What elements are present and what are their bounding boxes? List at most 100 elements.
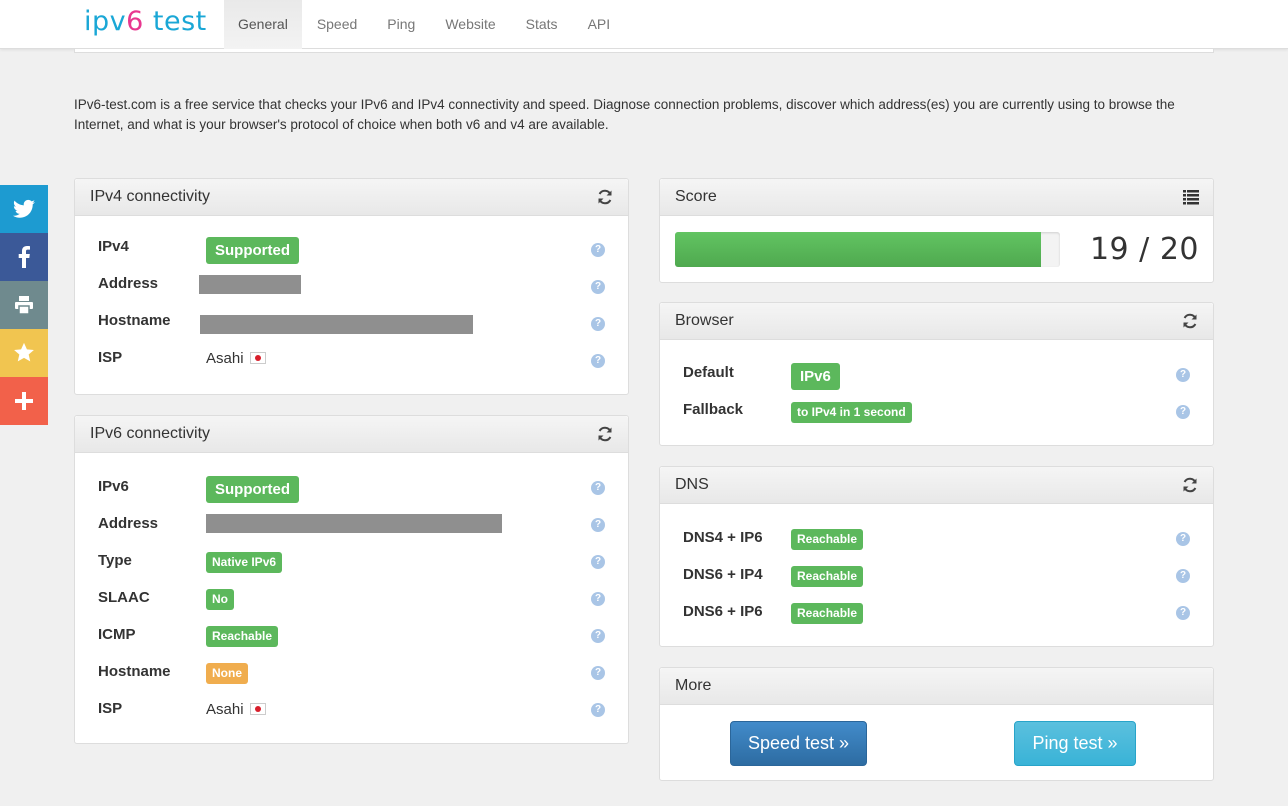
refresh-icon[interactable] [596,188,614,206]
panel-title: More [675,677,712,694]
fallback-badge: to IPv4 in 1 second [791,402,912,423]
ipv6-panel: IPv6 connectivity IPv6 Supported ? Addre… [74,415,629,744]
print-button[interactable] [0,281,48,329]
redacted-address [199,275,301,294]
help-icon[interactable]: ? [591,481,605,495]
print-icon [15,296,33,314]
nav-api[interactable]: API [573,0,626,49]
japan-flag-icon [249,703,266,715]
dns-row: DNS6 + IP6 Reachable ? [660,602,1213,626]
dns-badge: Reachable [791,603,864,624]
panel-title: Browser [675,312,734,329]
refresh-icon[interactable] [1181,476,1199,494]
ipv4-panel-header: IPv4 connectivity [75,179,628,216]
ipv6-address-row: Address ? [75,513,628,537]
ipv6-status-row: IPv6 Supported ? [75,476,628,503]
ipv6-isp-row: ISP Asahi ? [75,698,628,722]
help-icon[interactable]: ? [591,354,605,368]
ping-test-button[interactable]: Ping test » [1014,721,1136,766]
help-icon[interactable]: ? [591,317,605,331]
hostname-badge: None [206,663,248,684]
ipv6-type-row: Type Native IPv6 ? [75,550,628,574]
star-icon [14,342,34,362]
refresh-icon[interactable] [1181,312,1199,330]
help-icon[interactable]: ? [591,666,605,680]
panel-title: DNS [675,476,709,493]
type-badge: Native IPv6 [206,552,283,573]
social-sidebar [0,185,48,425]
ipv4-isp-row: ISP Asahi ? [75,347,628,371]
nav-website[interactable]: Website [430,0,510,49]
facebook-share-button[interactable] [0,233,48,281]
help-icon[interactable]: ? [591,518,605,532]
help-icon[interactable]: ? [591,280,605,294]
nav-underbar [74,49,1214,53]
top-navbar: ipv6 test General Speed Ping Website Sta… [0,0,1288,49]
redacted-hostname [200,315,473,334]
panel-title: Score [675,188,717,205]
dns-row: DNS6 + IP4 Reachable ? [660,565,1213,589]
ipv6-panel-header: IPv6 connectivity [75,416,628,453]
main-nav: General Speed Ping Website Stats API [224,0,625,49]
more-panel-header: More [660,668,1213,705]
panel-title: IPv6 connectivity [90,425,211,442]
dns-panel-header: DNS [660,467,1213,504]
twitter-icon [13,199,35,218]
more-share-button[interactable] [0,377,48,425]
panel-title: IPv4 connectivity [90,188,211,205]
intro-text: IPv6-test.com is a free service that che… [74,97,1175,132]
twitter-share-button[interactable] [0,185,48,233]
dns-panel: DNS DNS4 + IP6 Reachable ? DNS6 + IP4 Re… [659,466,1214,647]
ipv4-address-row: Address ? [75,273,628,297]
slaac-badge: No [206,589,234,610]
help-icon[interactable]: ? [1176,368,1190,382]
browser-fallback-row: Fallback to IPv4 in 1 second ? [660,399,1213,423]
score-progress-bar [675,232,1060,267]
help-icon[interactable]: ? [591,703,605,717]
help-icon[interactable]: ? [591,592,605,606]
status-badge: Supported [206,476,299,503]
nav-ping[interactable]: Ping [372,0,430,49]
isp-name: Asahi [206,350,244,367]
ipv4-hostname-row: Hostname ? [75,310,628,334]
help-icon[interactable]: ? [1176,606,1190,620]
help-icon[interactable]: ? [1176,405,1190,419]
more-panel: More Speed test » Ping test » [659,667,1214,781]
nav-speed[interactable]: Speed [302,0,372,49]
facebook-icon [18,246,30,268]
redacted-address [206,514,502,533]
nav-general[interactable]: General [224,0,302,49]
bookmark-button[interactable] [0,329,48,377]
help-icon[interactable]: ? [591,555,605,569]
score-panel: Score 19 / 20 [659,178,1214,283]
dns-badge: Reachable [791,566,864,587]
nav-stats[interactable]: Stats [511,0,573,49]
japan-flag-icon [249,352,266,364]
help-icon[interactable]: ? [1176,532,1190,546]
help-icon[interactable]: ? [1176,569,1190,583]
ipv4-status-row: IPv4 Supported ? [75,236,628,264]
speed-test-button[interactable]: Speed test » [730,721,867,766]
plus-icon [15,392,33,410]
browser-panel-header: Browser [660,303,1213,340]
dns-row: DNS4 + IP6 Reachable ? [660,528,1213,552]
score-panel-header: Score [660,179,1213,216]
dns-badge: Reachable [791,529,864,550]
ipv6-hostname-row: Hostname None ? [75,661,628,685]
ipv6-slaac-row: SLAAC No ? [75,587,628,611]
brand-logo[interactable]: ipv6 test [84,6,207,37]
help-icon[interactable]: ? [591,243,605,257]
default-badge: IPv6 [791,363,840,390]
refresh-icon[interactable] [596,425,614,443]
status-badge: Supported [206,237,299,264]
browser-panel: Browser Default IPv6 ? Fallback to IPv4 … [659,302,1214,446]
score-progress-fill [675,232,1041,267]
ipv4-panel: IPv4 connectivity IPv4 Supported ? Addre… [74,178,629,395]
score-value: 19 / 20 [1089,232,1199,267]
help-icon[interactable]: ? [591,629,605,643]
ipv6-icmp-row: ICMP Reachable ? [75,624,628,648]
list-icon[interactable] [1183,189,1199,205]
browser-default-row: Default IPv6 ? [660,362,1213,390]
icmp-badge: Reachable [206,626,279,647]
isp-name: Asahi [206,701,244,718]
